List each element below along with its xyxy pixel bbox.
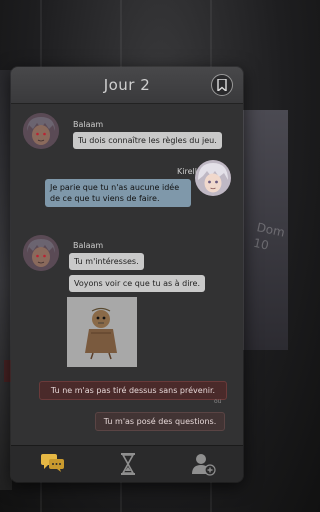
message-bubble: Tu m'intéresses. bbox=[69, 253, 144, 270]
speaker-name: Balaam bbox=[73, 120, 104, 129]
tab-contacts[interactable] bbox=[185, 450, 219, 478]
bookmark-icon bbox=[217, 79, 227, 91]
reply-option-2[interactable]: Tu m'as posé des questions. bbox=[95, 412, 225, 431]
day-title: Jour 2 bbox=[103, 76, 151, 94]
chat-panel: Jour 2 Balaam Tu dois connaître les règl… bbox=[11, 67, 243, 482]
bookmark-button[interactable] bbox=[211, 74, 233, 96]
panel-header: Jour 2 bbox=[11, 67, 243, 104]
tab-timeline[interactable] bbox=[111, 450, 145, 478]
bottom-tab-bar bbox=[11, 445, 243, 482]
avatar-balaam bbox=[23, 113, 59, 149]
or-label: ou bbox=[214, 398, 222, 405]
chat-bubbles-icon bbox=[41, 454, 64, 472]
scarecrow-doll-image bbox=[67, 297, 137, 367]
message-bubble: Je parie que tu n'as aucune idée de ce q… bbox=[45, 179, 191, 207]
speaker-name: Balaam bbox=[73, 241, 104, 250]
message-bubble: Tu dois connaître les règles du jeu. bbox=[73, 132, 222, 149]
image-message[interactable] bbox=[67, 297, 137, 367]
avatar-balaam bbox=[23, 235, 59, 271]
tab-chat[interactable] bbox=[35, 450, 69, 478]
message-bubble: Voyons voir ce que tu as à dire. bbox=[69, 275, 206, 292]
speaker-name: Kirell bbox=[177, 167, 197, 176]
add-contact-icon bbox=[192, 454, 216, 476]
hourglass-icon bbox=[121, 453, 135, 475]
avatar-kirell bbox=[195, 160, 231, 196]
reply-option-1[interactable]: Tu ne m'as pas tiré dessus sans prévenir… bbox=[39, 381, 227, 400]
